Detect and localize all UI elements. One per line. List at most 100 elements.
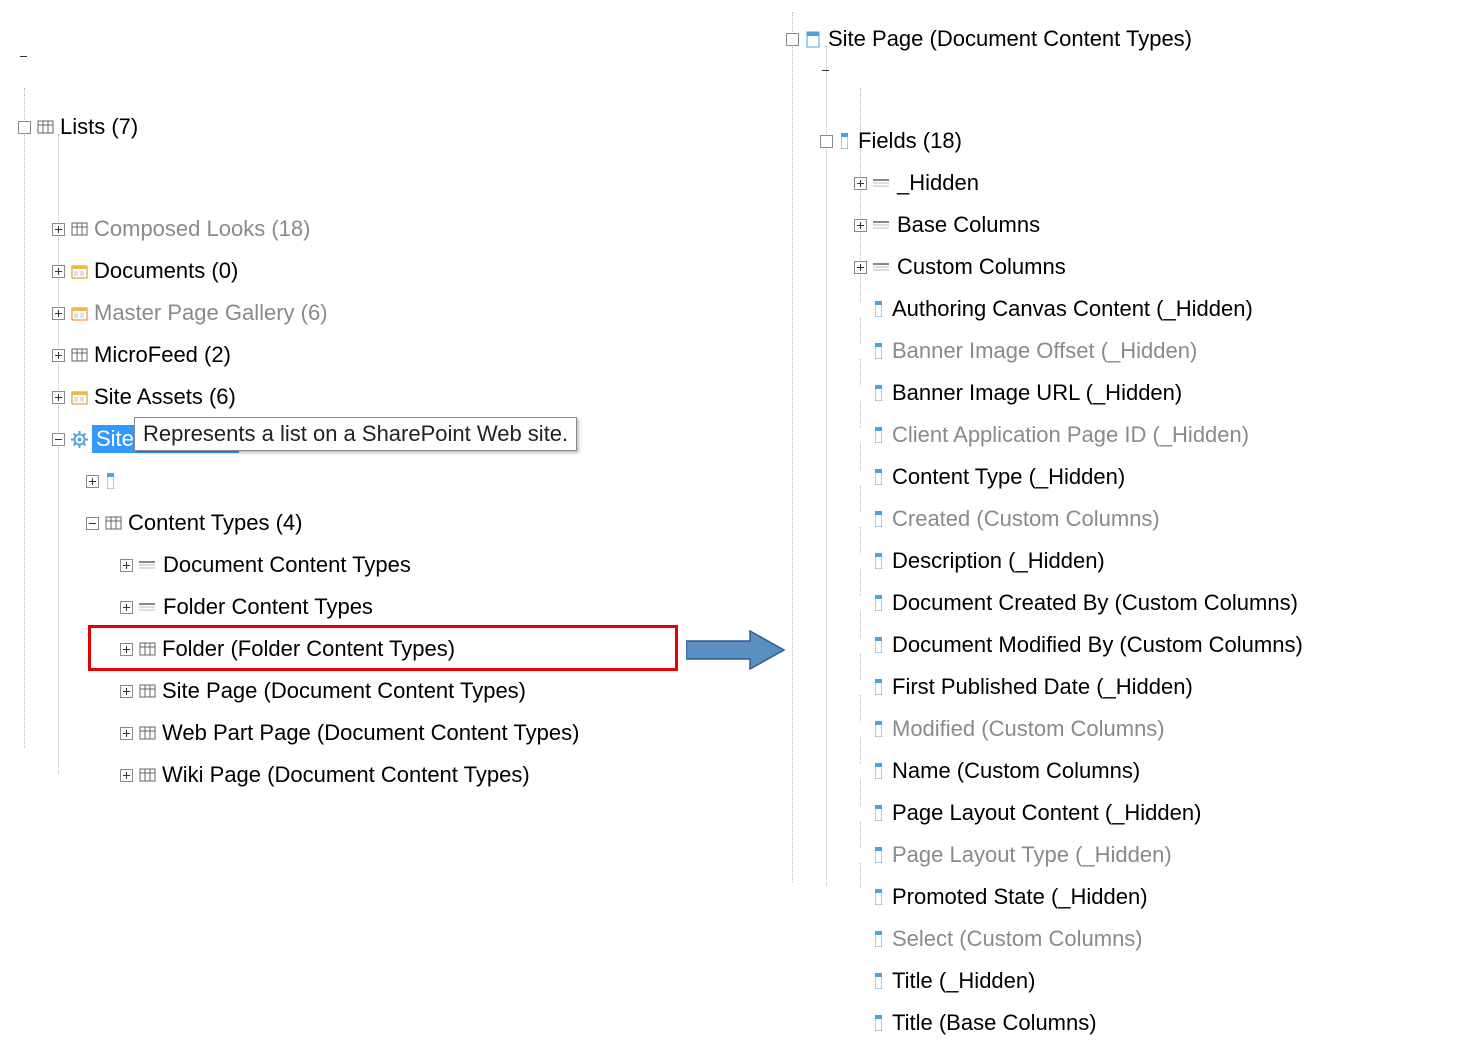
- tree-node-list-1[interactable]: Documents (0): [16, 250, 242, 292]
- tree-node-list-3[interactable]: MicroFeed (2): [16, 334, 235, 376]
- tree-label: Folder Content Types: [161, 594, 375, 620]
- tree-node-field-7[interactable]: Document Created By (Custom Columns): [784, 582, 1302, 624]
- tree-label: Wiki Page (Document Content Types): [160, 762, 532, 788]
- tree-label: Document Modified By (Custom Columns): [890, 632, 1305, 658]
- expand-icon[interactable]: [52, 349, 65, 362]
- tree-label: Title (Base Columns): [890, 1010, 1099, 1036]
- tree-node-group-0[interactable]: _Hidden: [784, 162, 983, 204]
- field-icon: [875, 805, 882, 821]
- expand-icon[interactable]: [52, 391, 65, 404]
- field-icon: [875, 679, 882, 695]
- grid-icon: [139, 683, 156, 700]
- tree-node-collapsed[interactable]: [16, 460, 128, 502]
- tree-node-field-16[interactable]: Title (_Hidden): [784, 960, 1039, 1002]
- tree-node-field-17[interactable]: Title (Base Columns): [784, 1002, 1101, 1044]
- tree-label: Lists (7): [58, 114, 140, 140]
- grid-icon: [139, 725, 156, 742]
- tree-label: Page Layout Content (_Hidden): [890, 800, 1203, 826]
- collapse-icon[interactable]: [18, 121, 31, 134]
- tree-node-ct-2[interactable]: Folder (Folder Content Types): [16, 628, 459, 670]
- field-icon: [841, 133, 848, 149]
- tree-node-group-2[interactable]: Custom Columns: [784, 246, 1070, 288]
- tree-node-field-5[interactable]: Created (Custom Columns): [784, 498, 1164, 540]
- tree-node-field-3[interactable]: Client Application Page ID (_Hidden): [784, 414, 1253, 456]
- tree-node-site-page[interactable]: Site Page (Document Content Types): [784, 18, 1196, 60]
- tree-node-field-1[interactable]: Banner Image Offset (_Hidden): [784, 330, 1201, 372]
- expand-icon[interactable]: [854, 261, 867, 274]
- field-icon: [875, 1015, 882, 1031]
- grid-icon: [105, 515, 122, 532]
- tree-label: Authoring Canvas Content (_Hidden): [890, 296, 1255, 322]
- tree-node-ct-1[interactable]: Folder Content Types: [16, 586, 377, 628]
- group-icon: [873, 220, 889, 230]
- tree-label: Master Page Gallery (6): [92, 300, 330, 326]
- expand-icon[interactable]: [120, 601, 133, 614]
- field-icon: [107, 473, 114, 489]
- tree-label: First Published Date (_Hidden): [890, 674, 1195, 700]
- expand-icon[interactable]: [86, 475, 99, 488]
- tree-node-list-4[interactable]: Site Assets (6): [16, 376, 240, 418]
- left-tree: Lists (7) Composed Looks (18)Documents (…: [16, 106, 583, 796]
- grid-icon: [139, 767, 156, 784]
- tree-node-field-6[interactable]: Description (_Hidden): [784, 540, 1109, 582]
- collapse-icon[interactable]: [86, 517, 99, 530]
- tree-label: Banner Image Offset (_Hidden): [890, 338, 1199, 364]
- expand-icon[interactable]: [52, 265, 65, 278]
- collapse-icon[interactable]: [52, 433, 65, 446]
- tree-node-field-4[interactable]: Content Type (_Hidden): [784, 456, 1129, 498]
- tree-label: Title (_Hidden): [890, 968, 1037, 994]
- library-icon: [71, 389, 88, 406]
- page-icon: [805, 31, 822, 48]
- field-icon: [875, 847, 882, 863]
- tree-label: Modified (Custom Columns): [890, 716, 1167, 742]
- tree-node-field-8[interactable]: Document Modified By (Custom Columns): [784, 624, 1307, 666]
- expand-icon[interactable]: [120, 727, 133, 740]
- tree-label: Site Page (Document Content Types): [160, 678, 528, 704]
- tree-node-field-2[interactable]: Banner Image URL (_Hidden): [784, 372, 1186, 414]
- collapse-icon[interactable]: [786, 33, 799, 46]
- tree-node-ct-4[interactable]: Web Part Page (Document Content Types): [16, 712, 583, 754]
- tree-node-list-2[interactable]: Master Page Gallery (6): [16, 292, 332, 334]
- tree-node-field-12[interactable]: Page Layout Content (_Hidden): [784, 792, 1205, 834]
- expand-icon[interactable]: [120, 685, 133, 698]
- tree-node-field-10[interactable]: Modified (Custom Columns): [784, 708, 1169, 750]
- tree-node-field-9[interactable]: First Published Date (_Hidden): [784, 666, 1197, 708]
- expand-icon[interactable]: [854, 177, 867, 190]
- tree-node-lists[interactable]: Lists (7): [16, 106, 142, 148]
- group-icon: [873, 262, 889, 272]
- tree-node-field-13[interactable]: Page Layout Type (_Hidden): [784, 834, 1176, 876]
- collapse-icon[interactable]: [820, 135, 833, 148]
- tree-node-list-0[interactable]: Composed Looks (18): [16, 208, 314, 250]
- tree-node-field-14[interactable]: Promoted State (_Hidden): [784, 876, 1152, 918]
- right-tree-pane: Site Page (Document Content Types) Field…: [784, 18, 1307, 1044]
- tree-node-field-0[interactable]: Authoring Canvas Content (_Hidden): [784, 288, 1257, 330]
- tree-node-group-1[interactable]: Base Columns: [784, 204, 1044, 246]
- library-icon: [71, 305, 88, 322]
- expand-icon[interactable]: [854, 219, 867, 232]
- expand-icon[interactable]: [120, 643, 133, 656]
- tree-label: Created (Custom Columns): [890, 506, 1162, 532]
- field-icon: [875, 427, 882, 443]
- tree-label: Content Type (_Hidden): [890, 464, 1127, 490]
- tree-node-field-15[interactable]: Select (Custom Columns): [784, 918, 1147, 960]
- tree-label: Document Created By (Custom Columns): [890, 590, 1300, 616]
- tree-node-fields[interactable]: Fields (18): [784, 120, 966, 162]
- tree-node-content-types[interactable]: Content Types (4): [16, 502, 306, 544]
- tree-label: Web Part Page (Document Content Types): [160, 720, 581, 746]
- tree-node-ct-5[interactable]: Wiki Page (Document Content Types): [16, 754, 534, 796]
- expand-icon[interactable]: [120, 769, 133, 782]
- expand-icon[interactable]: [52, 307, 65, 320]
- expand-icon[interactable]: [120, 559, 133, 572]
- tree-label: _Hidden: [895, 170, 981, 196]
- expand-icon[interactable]: [52, 223, 65, 236]
- tree-node-ct-0[interactable]: Document Content Types: [16, 544, 415, 586]
- tree-node-field-11[interactable]: Name (Custom Columns): [784, 750, 1144, 792]
- field-icon: [875, 301, 882, 317]
- tree-node-ct-3[interactable]: Site Page (Document Content Types): [16, 670, 530, 712]
- field-icon: [875, 469, 882, 485]
- tree-label: Fields (18): [856, 128, 964, 154]
- tree-label: Custom Columns: [895, 254, 1068, 280]
- gear-icon: [71, 431, 88, 448]
- right-tree: Site Page (Document Content Types) Field…: [784, 18, 1307, 1044]
- tree-label: Promoted State (_Hidden): [890, 884, 1150, 910]
